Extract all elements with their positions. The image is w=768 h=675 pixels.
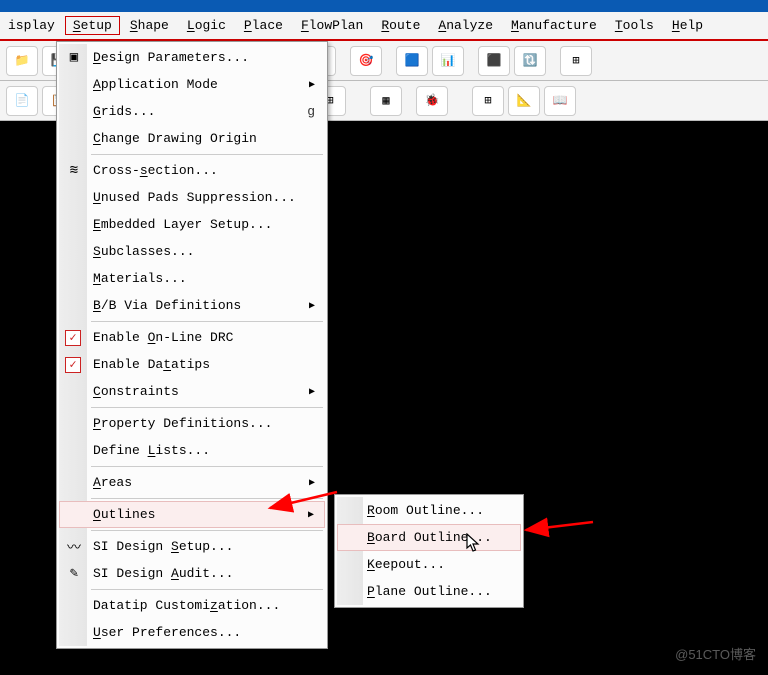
menu-item-label: Materials...	[93, 271, 315, 286]
toolbar-button[interactable]: ▦	[370, 86, 402, 116]
submenu-item-keepout[interactable]: Keepout...	[337, 551, 521, 578]
menu-display[interactable]: isplay	[0, 16, 63, 35]
menu-item-label: Property Definitions...	[93, 416, 315, 431]
toolbar-button[interactable]: ⊞	[560, 46, 592, 76]
toolbar-button[interactable]: 🐞	[416, 86, 448, 116]
menu-item-si-design-setup[interactable]: 〰 SI Design Setup...	[59, 533, 325, 560]
menu-item-property-definitions[interactable]: Property Definitions...	[59, 410, 325, 437]
layers-icon: ≋	[63, 160, 85, 182]
toolbar-button[interactable]: ⬛	[478, 46, 510, 76]
menu-item-design-parameters[interactable]: ▣ Design Parameters...	[59, 44, 325, 71]
audit-icon: ✎	[63, 563, 85, 585]
menu-item-label: Grids...	[93, 104, 307, 119]
menu-item-constraints[interactable]: Constraints▶	[59, 378, 325, 405]
toolbar-button[interactable]: 📄	[6, 86, 38, 116]
submenu-item-label: Plane Outline...	[367, 584, 511, 599]
submenu-arrow-icon: ▶	[309, 300, 315, 312]
menu-item-label: Datatip Customization...	[93, 598, 315, 613]
menu-manufacture[interactable]: Manufacture	[503, 16, 605, 35]
submenu-item-plane-outline[interactable]: Plane Outline...	[337, 578, 521, 605]
menu-item-enable-on-line-drc[interactable]: ✓ Enable On-Line DRC	[59, 324, 325, 351]
menu-item-label: Enable Datatips	[93, 357, 315, 372]
setup-dropdown-menu: ▣Design Parameters...Application Mode▶Gr…	[56, 41, 328, 649]
menu-route[interactable]: Route	[373, 16, 428, 35]
toolbar-button[interactable]: 📊	[432, 46, 464, 76]
toolbar-button[interactable]: 🔃	[514, 46, 546, 76]
checkbox-checked-icon: ✓	[65, 357, 81, 373]
menu-item-label: Unused Pads Suppression...	[93, 190, 315, 205]
menu-item-label: Design Parameters...	[93, 50, 315, 65]
toolbar-button[interactable]: 📁	[6, 46, 38, 76]
menu-item-label: User Preferences...	[93, 625, 315, 640]
menu-item-cross-section[interactable]: ≋ Cross-section...	[59, 157, 325, 184]
menu-item-unused-pads-suppression[interactable]: Unused Pads Suppression...	[59, 184, 325, 211]
toolbar-button[interactable]: 🎯	[350, 46, 382, 76]
wave-icon: 〰	[63, 536, 85, 558]
submenu-item-room-outline[interactable]: Room Outline...	[337, 497, 521, 524]
menu-item-label: Cross-section...	[93, 163, 315, 178]
menu-item-datatip-customization[interactable]: Datatip Customization...	[59, 592, 325, 619]
watermark: @51CTO博客	[675, 644, 756, 663]
annotation-arrow-1	[262, 488, 342, 518]
chip-icon: ▣	[63, 47, 85, 69]
menu-flowplan[interactable]: FlowPlan	[293, 16, 371, 35]
menu-item-change-drawing-origin[interactable]: Change Drawing Origin	[59, 125, 325, 152]
menu-place[interactable]: Place	[236, 16, 291, 35]
submenu-item-label: Keepout...	[367, 557, 511, 572]
menu-item-subclasses[interactable]: Subclasses...	[59, 238, 325, 265]
outlines-submenu: Room Outline... Board Outline... Keepout..…	[334, 494, 524, 608]
submenu-arrow-icon: ▶	[309, 79, 315, 91]
submenu-arrow-icon: ▶	[309, 477, 315, 489]
menu-item-application-mode[interactable]: Application Mode▶	[59, 71, 325, 98]
menu-bar: isplay Setup Shape Logic Place FlowPlan …	[0, 12, 768, 41]
toolbar-button[interactable]: 📖	[544, 86, 576, 116]
title-bar	[0, 0, 768, 12]
menu-item-label: Enable On-Line DRC	[93, 330, 315, 345]
menu-item-label: SI Design Audit...	[93, 566, 315, 581]
menu-item-embedded-layer-setup[interactable]: Embedded Layer Setup...	[59, 211, 325, 238]
menu-item-enable-datatips[interactable]: ✓ Enable Datatips	[59, 351, 325, 378]
toolbar-button[interactable]: ⊞	[472, 86, 504, 116]
mouse-cursor-icon	[466, 533, 482, 553]
annotation-arrow-2	[518, 516, 598, 540]
menu-item-label: Constraints	[93, 384, 309, 399]
toolbar-button[interactable]: 🟦	[396, 46, 428, 76]
menu-shape[interactable]: Shape	[122, 16, 177, 35]
checkbox-checked-icon: ✓	[65, 330, 81, 346]
menu-item-si-design-audit[interactable]: ✎ SI Design Audit...	[59, 560, 325, 587]
menu-item-grids[interactable]: Grids...g	[59, 98, 325, 125]
menu-help[interactable]: Help	[664, 16, 711, 35]
menu-item-define-lists[interactable]: Define Lists...	[59, 437, 325, 464]
menu-item-b-b-via-definitions[interactable]: B/B Via Definitions▶	[59, 292, 325, 319]
menu-item-label: Subclasses...	[93, 244, 315, 259]
menu-setup[interactable]: Setup	[65, 16, 120, 35]
submenu-item-board-outline[interactable]: Board Outline...	[337, 524, 521, 551]
menu-item-label: Define Lists...	[93, 443, 315, 458]
submenu-arrow-icon: ▶	[309, 386, 315, 398]
menu-shortcut: g	[307, 104, 315, 119]
menu-item-label: Change Drawing Origin	[93, 131, 315, 146]
menu-item-label: B/B Via Definitions	[93, 298, 309, 313]
menu-item-user-preferences[interactable]: User Preferences...	[59, 619, 325, 646]
menu-tools[interactable]: Tools	[607, 16, 662, 35]
menu-logic[interactable]: Logic	[179, 16, 234, 35]
menu-item-label: SI Design Setup...	[93, 539, 315, 554]
menu-item-materials[interactable]: Materials...	[59, 265, 325, 292]
submenu-item-label: Board Outline...	[367, 530, 510, 545]
menu-item-label: Embedded Layer Setup...	[93, 217, 315, 232]
submenu-item-label: Room Outline...	[367, 503, 511, 518]
menu-item-label: Application Mode	[93, 77, 309, 92]
menu-analyze[interactable]: Analyze	[430, 16, 501, 35]
toolbar-button[interactable]: 📐	[508, 86, 540, 116]
